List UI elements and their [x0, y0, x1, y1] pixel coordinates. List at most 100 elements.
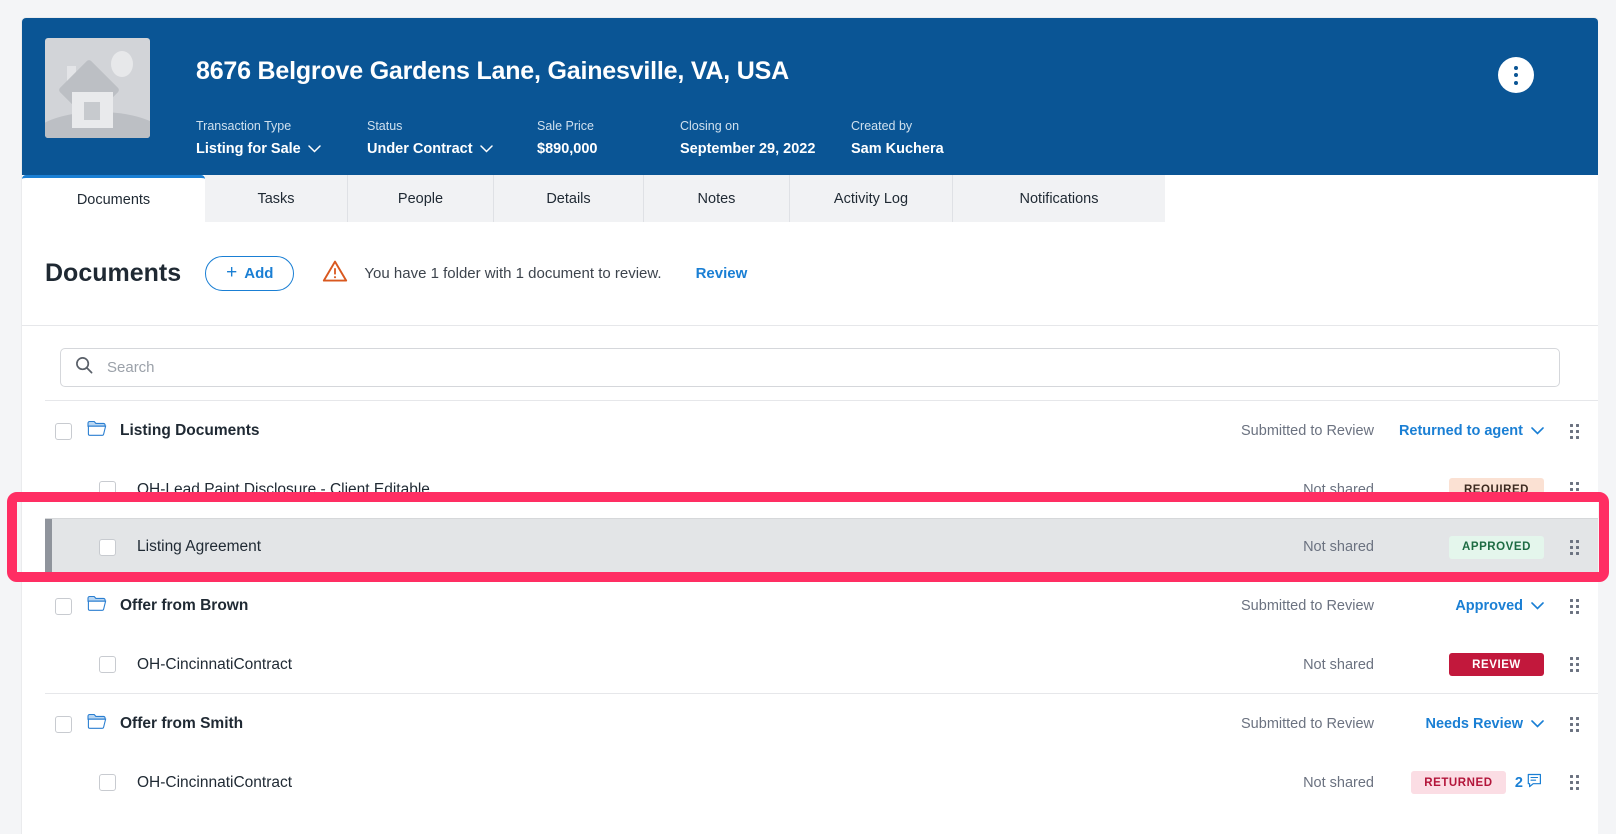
- drag-handle-icon[interactable]: [1550, 482, 1598, 497]
- drag-handle-icon[interactable]: [1550, 423, 1598, 439]
- meta-created-by: Created by Sam Kuchera: [851, 118, 944, 158]
- tab-label: Notes: [697, 190, 736, 207]
- share-status: Not shared: [1303, 656, 1374, 673]
- chevron-down-icon[interactable]: [479, 145, 493, 153]
- tab-label: Documents: [76, 192, 151, 208]
- row-checkbox[interactable]: [55, 422, 72, 440]
- documents-list: Listing Documents Submitted to Review Re…: [22, 400, 1598, 834]
- folder-status-dropdown[interactable]: Needs Review: [1374, 716, 1550, 732]
- tab-people[interactable]: People: [348, 175, 494, 222]
- folder-status-label: Returned to agent: [1398, 423, 1523, 439]
- folder-name: Offer from Brown: [120, 597, 249, 614]
- chevron-down-icon[interactable]: [308, 145, 321, 153]
- tab-notes[interactable]: Notes: [644, 175, 790, 222]
- search-box[interactable]: [60, 348, 1560, 387]
- transaction-header: 8676 Belgrove Gardens Lane, Gainesville,…: [22, 18, 1598, 175]
- tab-tasks[interactable]: Tasks: [205, 175, 348, 222]
- folder-status-dropdown[interactable]: Returned to agent: [1374, 423, 1550, 439]
- search-input[interactable]: [105, 358, 1545, 377]
- tab-label: Notifications: [1019, 190, 1099, 207]
- folder-name: Listing Documents: [120, 422, 260, 439]
- folder-status-label: Approved: [1455, 598, 1523, 614]
- meta-value-status[interactable]: Under Contract: [367, 140, 537, 158]
- search-icon: [75, 356, 93, 379]
- meta-label: Status: [367, 119, 403, 133]
- folder-open-icon: [87, 420, 107, 442]
- transaction-meta: Transaction Type Listing for Sale Status…: [196, 118, 944, 158]
- row-right-group: Not shared REQUIRED: [1184, 478, 1598, 501]
- chevron-down-icon: [1531, 423, 1544, 439]
- folder-open-icon: [87, 595, 107, 617]
- tab-label: Activity Log: [833, 190, 909, 207]
- review-warning-text: You have 1 folder with 1 document to rev…: [364, 265, 662, 282]
- row-checkbox[interactable]: [55, 715, 72, 733]
- meta-value-closing-on: September 29, 2022: [680, 141, 816, 157]
- row-checkbox[interactable]: [55, 597, 72, 615]
- app-root: 8676 Belgrove Gardens Lane, Gainesville,…: [0, 0, 1616, 834]
- warning-triangle-icon: [322, 259, 348, 288]
- plus-icon: +: [226, 262, 238, 283]
- comment-count[interactable]: 2: [1515, 773, 1544, 793]
- row-checkbox[interactable]: [99, 656, 116, 673]
- table-row[interactable]: OH-CincinnatiContract Not shared REVIEW: [45, 636, 1598, 693]
- table-row-selected[interactable]: Listing Agreement Not shared APPROVED: [45, 518, 1598, 575]
- add-button[interactable]: + Add: [205, 256, 295, 291]
- table-row[interactable]: OH-CincinnatiContract Not shared RETURNE…: [45, 754, 1598, 811]
- row-right-group: Not shared REVIEW: [1184, 653, 1598, 676]
- chevron-down-icon: [1531, 598, 1544, 614]
- meta-value-sale-price: $890,000: [537, 141, 598, 157]
- drag-handle-icon[interactable]: [1550, 775, 1598, 790]
- row-right-group: Not shared APPROVED: [1184, 535, 1598, 559]
- meta-label: Closing on: [680, 119, 740, 133]
- document-name: OH-CincinnatiContract: [137, 773, 293, 791]
- folder-status-dropdown[interactable]: Approved: [1374, 598, 1550, 614]
- folder-name: Offer from Smith: [120, 715, 244, 732]
- status-badge-cell: RETURNED 2: [1374, 771, 1550, 794]
- more-options-icon[interactable]: [1498, 57, 1534, 93]
- share-status: Not shared: [1303, 774, 1374, 791]
- row-right-group: Not shared RETURNED 2: [1184, 771, 1598, 794]
- section-title: Documents: [45, 259, 182, 287]
- comment-icon: [1527, 773, 1544, 793]
- status-badge: APPROVED: [1449, 535, 1544, 559]
- tab-label: People: [397, 190, 444, 207]
- row-checkbox[interactable]: [99, 774, 116, 791]
- tab-notifications[interactable]: Notifications: [953, 175, 1165, 222]
- drag-handle-icon[interactable]: [1550, 716, 1598, 732]
- review-button[interactable]: REVIEW: [1449, 653, 1544, 676]
- table-row[interactable]: OH-Lead Paint Disclosure - Client Editab…: [45, 461, 1598, 518]
- selection-accent-bar: [45, 519, 52, 575]
- tab-documents[interactable]: Documents: [22, 175, 205, 222]
- share-status: Submitted to Review: [1241, 423, 1374, 439]
- tab-label: Tasks: [257, 190, 295, 207]
- meta-closing-on: Closing on September 29, 2022: [680, 118, 851, 158]
- row-right-group: Submitted to Review Approved: [1184, 598, 1598, 614]
- drag-handle-icon[interactable]: [1550, 657, 1598, 672]
- table-row[interactable]: Offer from Smith Submitted to Review Nee…: [45, 693, 1598, 754]
- meta-label: Created by: [851, 119, 913, 133]
- row-checkbox[interactable]: [99, 481, 116, 498]
- table-row[interactable]: Listing Documents Submitted to Review Re…: [45, 400, 1598, 461]
- drag-handle-icon[interactable]: [1550, 598, 1598, 614]
- status-badge: REQUIRED: [1449, 478, 1544, 501]
- meta-value-transaction-type[interactable]: Listing for Sale: [196, 140, 367, 158]
- row-checkbox[interactable]: [99, 538, 116, 556]
- documents-toolbar: Documents + Add You have 1 folder with 1…: [22, 222, 1598, 325]
- row-right-group: Submitted to Review Needs Review: [1184, 716, 1598, 732]
- folder-status-label: Needs Review: [1425, 716, 1523, 732]
- review-link[interactable]: Review: [696, 265, 748, 282]
- drag-handle-icon[interactable]: [1550, 539, 1598, 555]
- share-status: Not shared: [1303, 539, 1374, 555]
- tab-bar: Documents Tasks People Details Notes Act…: [22, 175, 1165, 222]
- meta-value-text: Under Contract: [367, 141, 473, 157]
- search-section: [22, 325, 1598, 400]
- tab-activity-log[interactable]: Activity Log: [790, 175, 953, 222]
- tab-details[interactable]: Details: [494, 175, 644, 222]
- comment-count-value: 2: [1514, 774, 1523, 791]
- table-row[interactable]: Offer from Brown Submitted to Review App…: [45, 575, 1598, 636]
- meta-status: Status Under Contract: [367, 118, 537, 158]
- document-name: OH-Lead Paint Disclosure - Client Editab…: [137, 480, 430, 498]
- meta-label: Transaction Type: [196, 119, 292, 133]
- folder-open-icon: [87, 713, 107, 735]
- meta-sale-price: Sale Price $890,000: [537, 118, 680, 158]
